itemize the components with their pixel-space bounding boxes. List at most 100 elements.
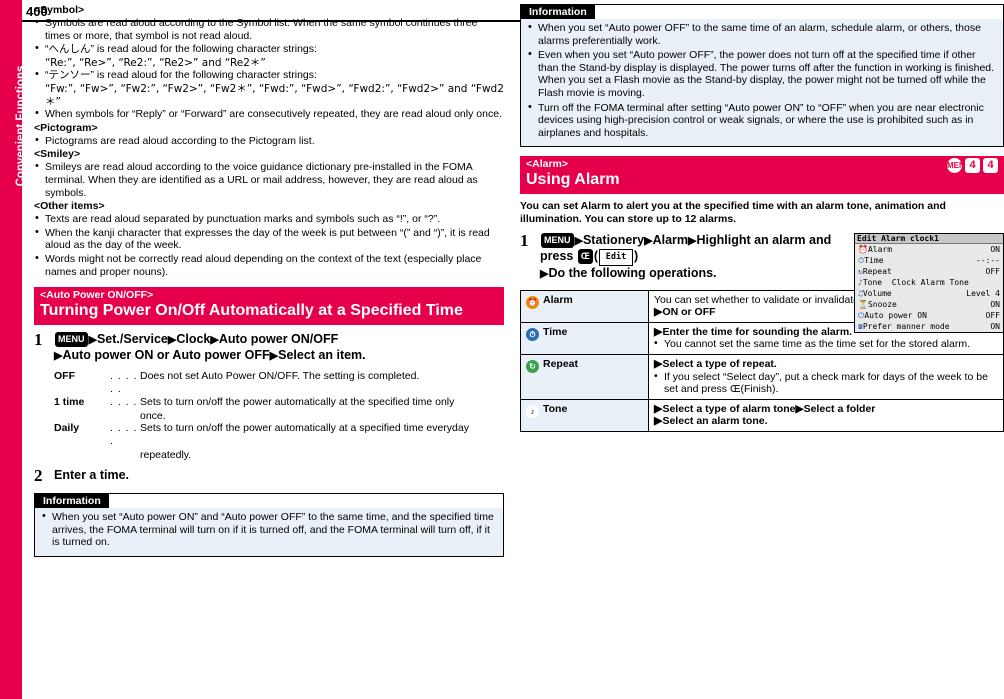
table-cell-label: ⏰ Alarm <box>520 289 649 323</box>
numeric-key-icon: 4 <box>965 158 980 174</box>
section-title: Using Alarm <box>526 171 620 189</box>
step-part: Alarm <box>652 232 689 247</box>
option-desc: Sets to turn on/off the power automatica… <box>140 396 455 409</box>
information-box-right: Information When you set “Auto power OFF… <box>520 4 1004 148</box>
softkey-label: Edit <box>599 248 634 266</box>
option-row: 1 time . . . . Sets to turn on/off the p… <box>54 396 504 409</box>
repeat-icon: ↻ <box>526 359 539 373</box>
step-part: Do the following operations. <box>548 265 717 280</box>
side-tab-label: Convenient Functions <box>15 65 27 187</box>
step-number: 1 <box>520 230 529 250</box>
row-label: Prefer manner mode <box>862 321 950 331</box>
snooze-icon: ⏳ <box>858 299 868 309</box>
row-label: Snooze <box>867 299 897 309</box>
table-cell-label: ↻ Repeat <box>520 353 649 400</box>
alarm-icon: ⏰ <box>526 295 539 309</box>
option-dots: . . . . . <box>110 422 138 448</box>
list-item: “テンソー” is read aloud for the following c… <box>34 68 504 82</box>
menu-key-icon: MENU <box>947 158 971 174</box>
row-label: Auto power ON <box>864 310 927 320</box>
right-column: Information When you set “Auto power OFF… <box>520 4 1004 432</box>
symbol-heading: <Symbol> <box>34 4 85 16</box>
menu-key[interactable]: MENU <box>541 232 574 248</box>
information-box-left: Information When you set “Auto power ON”… <box>34 493 504 558</box>
desc-line: If you select “Select day”, put a check … <box>654 369 998 396</box>
section-subtitle: <Auto Power ON/OFF> <box>40 289 154 302</box>
list-item: Words might not be correctly read aloud … <box>34 252 504 278</box>
tone-icon: ♪ <box>526 404 539 418</box>
step-part: Auto power ON/OFF <box>218 332 339 347</box>
option-desc: Sets to turn on/off the power automatica… <box>140 422 469 435</box>
smiley-heading: <Smiley> <box>34 148 81 161</box>
option-term: OFF <box>54 370 75 383</box>
option-desc: Does not set Auto Power ON/OFF. The sett… <box>140 370 420 383</box>
desc-line: ▶Select a type of alarm tone▶Select a fo… <box>654 403 998 416</box>
row-value: OFF <box>985 266 1000 276</box>
arrow-icon: ▶ <box>88 334 97 347</box>
menu-shortcut-keys: MENU 4 4 <box>947 158 998 174</box>
alarm-lead-text: You can set Alarm to alert you at the sp… <box>520 200 946 225</box>
step-part: Clock <box>176 332 211 347</box>
desc-text: Select an alarm tone. <box>662 415 768 428</box>
row-value: ON <box>990 244 1000 254</box>
list-item: When you set “Auto power OFF” to the sam… <box>527 21 997 47</box>
screenshot-row: ⏻Auto power ON OFF <box>855 310 1003 321</box>
desc-text: Enter the time for sounding the alarm. <box>662 325 853 338</box>
step-part: Select an item. <box>278 348 366 363</box>
row-label: Repeat <box>862 266 892 276</box>
row-value: Level 4 <box>966 288 1000 298</box>
arrow-icon: ▶ <box>210 334 219 347</box>
row-label: Alarm <box>867 244 893 254</box>
arrow-icon: ▶ <box>644 234 653 247</box>
row-label: Volume <box>862 288 892 298</box>
step-text: Enter a time. <box>54 468 130 483</box>
screenshot-row: ♪Tone Clock Alarm Tone <box>855 277 1003 288</box>
option-term: 1 time <box>54 396 85 409</box>
section-subtitle: <Alarm> <box>526 158 569 171</box>
section-alarm: <Alarm> Using Alarm MENU 4 4 <box>520 156 1004 195</box>
setting-name: Tone <box>543 402 568 415</box>
alarm-edit-screenshot: Edit Alarm clock1 ⏰Alarm ON ⏱Time --:-- ↻R… <box>854 232 1004 333</box>
list-item: Pictograms are read aloud according to t… <box>34 134 504 148</box>
step-1: 1 MENU ▶Set./Service▶Clock▶Auto power ON/… <box>34 330 504 461</box>
step-2: 2 Enter a time. <box>34 466 504 485</box>
table-row: ↻ Repeat ▶Select a type of repeat. If you… <box>520 353 1004 400</box>
setting-name: Repeat <box>543 357 579 370</box>
option-desc-cont: once. <box>140 409 166 422</box>
table-row: ♪ Tone ▶Select a type of alarm tone▶Selec… <box>520 398 1004 432</box>
menu-key[interactable]: MENU <box>55 332 88 348</box>
alarm-step-1: 1 MENU ▶Stationery▶Alarm▶Highlight an ala… <box>520 230 1004 333</box>
list-item: Turn off the FOMA terminal after setting… <box>527 101 997 140</box>
other-items-list: Texts are read aloud separated by punctu… <box>34 212 504 278</box>
screenshot-title: Edit Alarm clock1 <box>855 233 1003 244</box>
symbol-list: Symbols are read aloud according to the … <box>34 16 504 121</box>
section-auto-power: <Auto Power ON/OFF> Turning Power On/Off… <box>34 287 504 326</box>
table-cell-label: ⏱ Time <box>520 321 649 355</box>
symbol-sub-2: “Fw:”, “Fw>”, “Fw2:”, “Fw2>”, “Fw2＊”, “F… <box>45 82 504 108</box>
row-value: OFF <box>985 310 1000 320</box>
step-part: Set./Service <box>96 332 168 347</box>
row-value: ON <box>990 299 1000 309</box>
pictogram-list: Pictograms are read aloud according to t… <box>34 134 504 148</box>
list-item: Smileys are read aloud according to the … <box>34 160 504 199</box>
step-part: Auto power ON or Auto power OFF <box>62 348 270 363</box>
list-item: Symbols are read aloud according to the … <box>34 16 504 42</box>
other-items-heading: <Other items> <box>34 200 105 213</box>
option-row: Daily . . . . . Sets to turn on/off the … <box>54 422 504 447</box>
table-cell-label: ♪ Tone <box>520 398 649 432</box>
information-list: When you set “Auto power OFF” to the sam… <box>527 21 997 140</box>
alarm-icon: ⏰ <box>858 244 868 254</box>
option-dots: . . . . <box>110 396 138 409</box>
list-item: When the kanji character that expresses … <box>34 226 504 252</box>
desc-text: ON or OFF <box>662 306 716 319</box>
desc-line: ▶Select an alarm tone. <box>654 415 998 428</box>
screenshot-row: ⏰Alarm ON <box>855 244 1003 255</box>
symbol-sub-1: “Re:”, “Re>”, “Re2:”, “Re2>” and “Re2＊” <box>45 56 266 69</box>
list-item: Even when you set “Auto power OFF”, the … <box>527 48 997 99</box>
screenshot-row: ♫Volume Level 4 <box>855 288 1003 299</box>
arrow-icon: ▶ <box>574 234 583 247</box>
desc-line: You cannot set the same time as the time… <box>654 337 998 351</box>
desc-text: Select a type of alarm tone▶Select a fol… <box>662 402 876 415</box>
function-key[interactable]: Œ <box>577 248 593 264</box>
arrow-icon: ▶ <box>269 350 279 363</box>
